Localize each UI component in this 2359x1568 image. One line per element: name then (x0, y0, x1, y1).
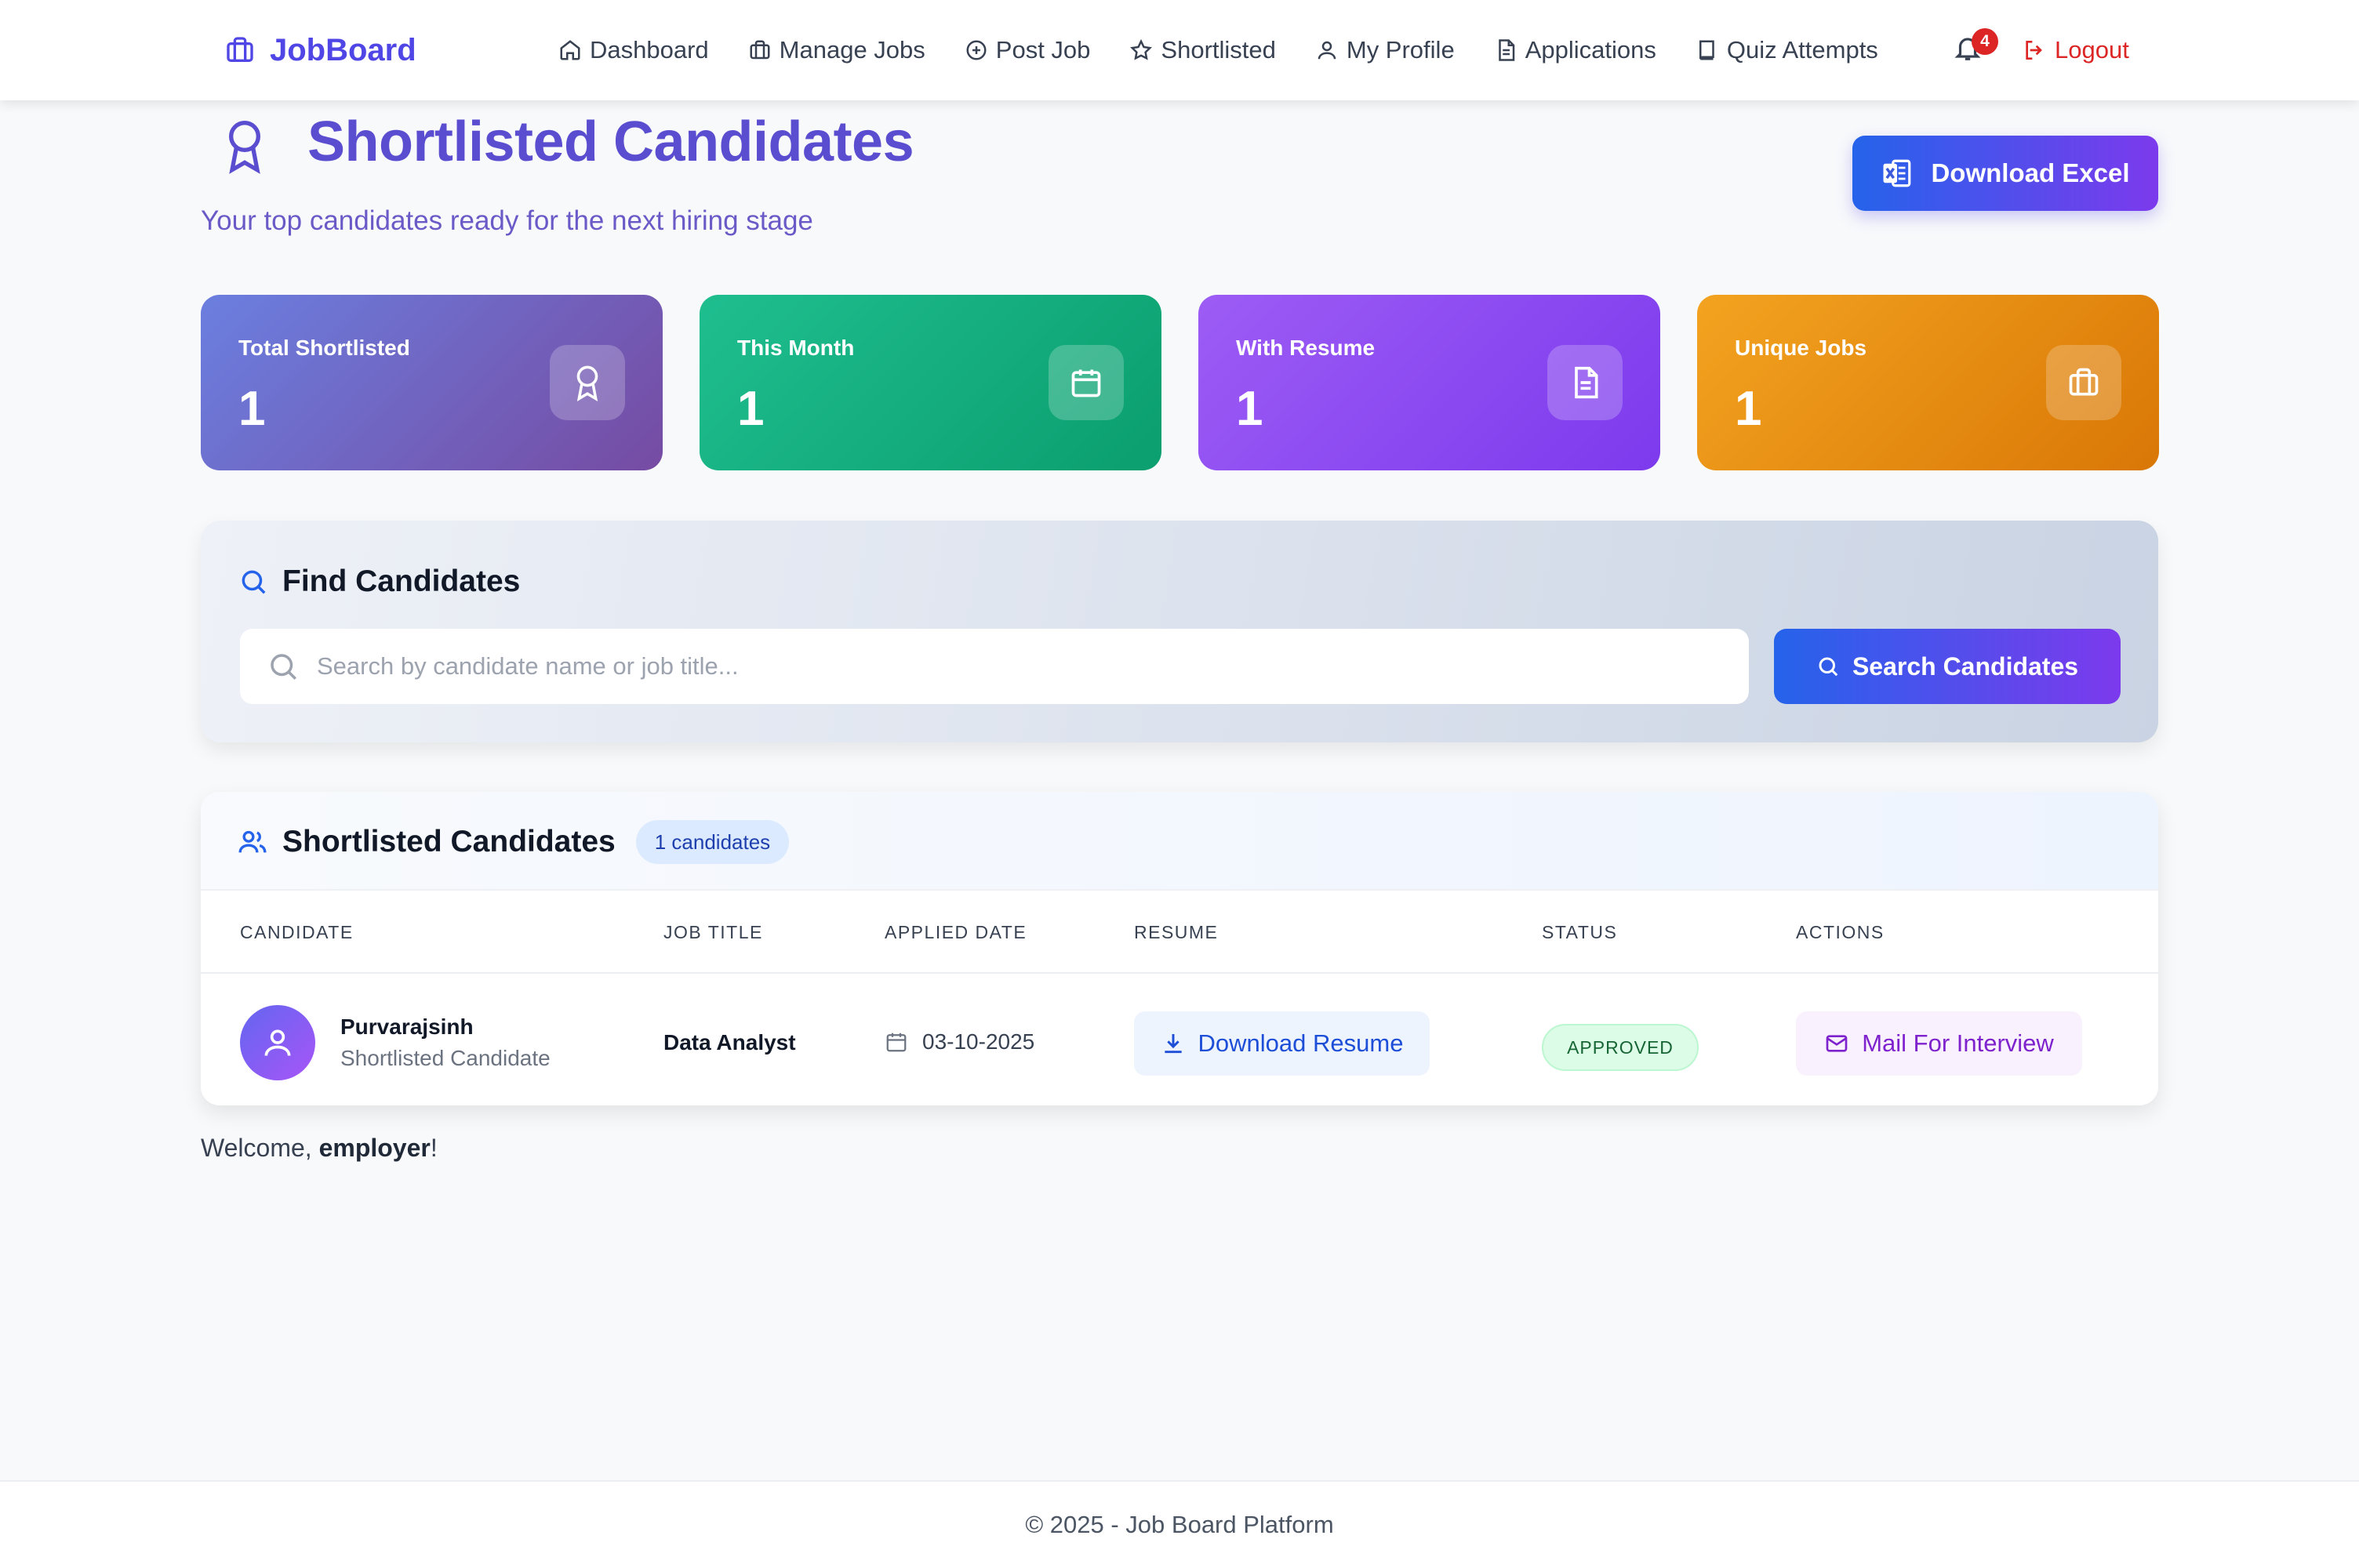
stat-card-total-shortlisted: Total Shortlisted 1 (201, 295, 663, 470)
search-box[interactable] (240, 629, 1749, 704)
nav-applications-label: Applications (1525, 36, 1656, 64)
calendar-icon (885, 1030, 908, 1054)
page-subtitle: Your top candidates ready for the next h… (201, 205, 813, 236)
search-candidates-button[interactable]: Search Candidates (1774, 629, 2121, 704)
welcome-user: employer (318, 1134, 431, 1162)
download-icon (1161, 1031, 1186, 1056)
stat-value: 1 (1735, 382, 1762, 436)
logout-icon (2022, 38, 2047, 63)
column-header-status: STATUS (1542, 922, 1618, 942)
footer: © 2025 - Job Board Platform (0, 1480, 2359, 1568)
download-resume-label: Download Resume (1198, 1029, 1404, 1057)
stat-card-with-resume: With Resume 1 (1198, 295, 1660, 470)
welcome-suffix: ! (430, 1134, 438, 1162)
nav-dashboard[interactable]: Dashboard (558, 36, 709, 64)
navbar: JobBoard Dashboard Manage Jobs Post Job … (0, 0, 2359, 100)
star-icon (1129, 38, 1153, 62)
nav-my-profile[interactable]: My Profile (1315, 36, 1455, 64)
logout-link[interactable]: Logout (2022, 28, 2129, 72)
search-icon (1816, 655, 1840, 678)
nav-manage-jobs-label: Manage Jobs (779, 36, 925, 64)
user-icon (260, 1025, 295, 1060)
stat-label: With Resume (1236, 336, 1376, 360)
plus-circle-icon (965, 38, 988, 62)
candidate-count-badge: 1 candidates (635, 820, 790, 864)
nav-my-profile-label: My Profile (1346, 36, 1455, 64)
book-icon (1696, 38, 1719, 62)
nav-shortlisted[interactable]: Shortlisted (1129, 36, 1276, 64)
stat-value: 1 (1236, 382, 1263, 436)
download-excel-label: Download Excel (1931, 158, 2130, 187)
briefcase-icon (748, 38, 772, 62)
nav-post-job[interactable]: Post Job (965, 36, 1091, 64)
shortlisted-table-card: Shortlisted Candidates 1 candidates CAND… (201, 792, 2158, 1105)
briefcase-icon (224, 34, 256, 66)
nav-manage-jobs[interactable]: Manage Jobs (748, 36, 925, 64)
find-candidates-title-text: Find Candidates (282, 564, 521, 598)
home-icon (558, 38, 582, 62)
job-title-cell: Data Analyst (663, 1030, 796, 1054)
column-header-candidate: CANDIDATE (240, 922, 354, 942)
nav-quiz-attempts[interactable]: Quiz Attempts (1696, 36, 1878, 64)
column-header-job-title: JOB TITLE (663, 922, 763, 942)
table-header: Shortlisted Candidates 1 candidates (201, 792, 2158, 891)
mail-icon (1824, 1031, 1849, 1056)
download-excel-button[interactable]: Download Excel (1852, 136, 2158, 211)
candidate-name: Purvarajsinh (340, 1014, 474, 1039)
award-icon (220, 118, 270, 174)
column-header-actions: ACTIONS (1796, 922, 1885, 942)
table-title: Shortlisted Candidates 1 candidates (237, 820, 790, 864)
users-icon (237, 826, 268, 858)
nav-shortlisted-label: Shortlisted (1161, 36, 1276, 64)
nav-quiz-attempts-label: Quiz Attempts (1726, 36, 1878, 64)
nav-post-job-label: Post Job (995, 36, 1091, 64)
find-candidates-panel: Find Candidates Search Candidates (201, 521, 2158, 742)
table-column-headers: CANDIDATE JOB TITLE APPLIED DATE RESUME … (201, 891, 2158, 974)
briefcase-icon (2046, 345, 2121, 420)
column-header-resume: RESUME (1134, 922, 1219, 942)
welcome-message: Welcome, employer! (201, 1134, 438, 1163)
notification-count-badge: 4 (1972, 28, 1998, 55)
brand-name: JobBoard (270, 32, 416, 67)
stat-label: Total Shortlisted (238, 336, 410, 360)
candidate-subtitle: Shortlisted Candidate (340, 1046, 551, 1070)
footer-text: © 2025 - Job Board Platform (1025, 1511, 1334, 1538)
applied-date-cell: 03-10-2025 (885, 1027, 1034, 1057)
table-row: Purvarajsinh Shortlisted Candidate Data … (201, 974, 2158, 1105)
stat-label: Unique Jobs (1735, 336, 1867, 360)
stat-card-this-month: This Month 1 (700, 295, 1161, 470)
status-badge: APPROVED (1542, 1024, 1699, 1071)
user-icon (1315, 38, 1339, 62)
avatar (240, 1005, 315, 1080)
stat-card-unique-jobs: Unique Jobs 1 (1697, 295, 2159, 470)
applied-date-text: 03-10-2025 (922, 1029, 1035, 1054)
logout-label: Logout (2055, 36, 2129, 64)
search-input[interactable] (317, 652, 1728, 681)
document-icon (1547, 345, 1623, 420)
stat-value: 1 (737, 382, 765, 436)
table-title-text: Shortlisted Candidates (282, 825, 616, 858)
notifications-button[interactable]: 4 (1953, 28, 1998, 67)
mail-for-interview-button[interactable]: Mail For Interview (1796, 1011, 2082, 1076)
search-icon (267, 650, 300, 683)
column-header-applied-date: APPLIED DATE (885, 922, 1027, 942)
find-candidates-title: Find Candidates (238, 563, 520, 601)
award-icon (550, 345, 625, 420)
page-title: Shortlisted Candidates (307, 111, 914, 173)
mail-for-interview-label: Mail For Interview (1862, 1029, 2054, 1057)
search-icon (238, 567, 268, 597)
welcome-prefix: Welcome, (201, 1134, 319, 1162)
stat-value: 1 (238, 382, 266, 436)
document-icon (1494, 38, 1518, 62)
nav-dashboard-label: Dashboard (590, 36, 709, 64)
nav-links: Dashboard Manage Jobs Post Job Shortlist… (558, 28, 1878, 72)
search-candidates-label: Search Candidates (1852, 652, 2079, 681)
calendar-icon (1049, 345, 1124, 420)
stat-label: This Month (737, 336, 855, 360)
download-resume-button[interactable]: Download Resume (1134, 1011, 1430, 1076)
nav-applications[interactable]: Applications (1494, 36, 1656, 64)
brand-logo[interactable]: JobBoard (224, 28, 416, 72)
excel-icon (1881, 157, 1914, 190)
